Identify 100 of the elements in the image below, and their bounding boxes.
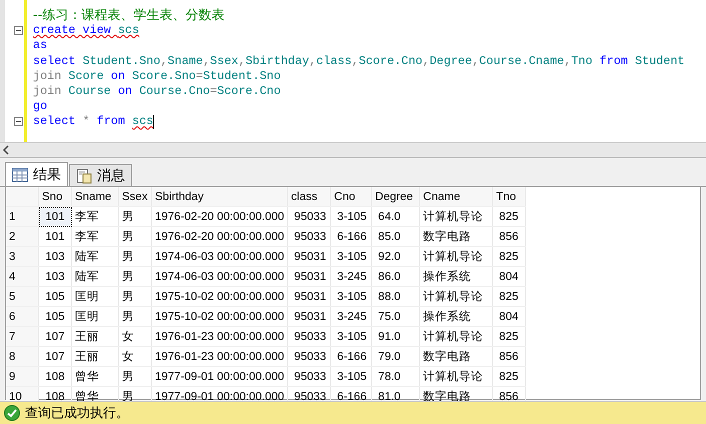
table-cell: 3-105 [330, 326, 372, 346]
table-cell: 105 [38, 286, 72, 306]
table-cell: 李军 [72, 226, 118, 246]
table-cell: 856 [492, 346, 526, 366]
table-cell: 95033 [288, 206, 331, 226]
check-icon [4, 405, 20, 421]
column-header[interactable]: Ssex [118, 187, 152, 206]
table-cell: 103 [38, 266, 72, 286]
table-cell: 78.0 [372, 366, 420, 386]
results-tab[interactable]: 结果 [5, 162, 68, 186]
table-cell: 计算机导论 [420, 286, 493, 306]
row-number: 1 [6, 206, 38, 226]
column-header[interactable]: Sname [72, 187, 118, 206]
table-cell: 陆军 [72, 246, 118, 266]
table-cell: 1974-06-03 00:00:00.000 [152, 246, 288, 266]
table-cell: 王丽 [72, 346, 118, 366]
table-cell: 匡明 [72, 286, 118, 306]
table-cell: 6-166 [330, 346, 372, 366]
column-header[interactable]: Degree [372, 187, 420, 206]
code-line: as [33, 38, 48, 54]
table-cell: 计算机导论 [420, 366, 493, 386]
table-cell: 107 [38, 346, 72, 366]
horizontal-scrollbar[interactable] [0, 143, 706, 158]
collapse-icon[interactable] [14, 26, 22, 36]
row-number: 6 [6, 306, 38, 326]
table-cell: 1976-01-23 00:00:00.000 [152, 346, 288, 366]
table-cell: 804 [492, 306, 526, 326]
row-number: 8 [6, 346, 38, 366]
row-number: 7 [6, 326, 38, 346]
column-header[interactable]: Tno [492, 187, 526, 206]
table-cell: 1977-09-01 00:00:00.000 [152, 366, 288, 386]
table-cell: 1976-02-20 00:00:00.000 [152, 226, 288, 246]
table-cell: 92.0 [372, 246, 420, 266]
grid-icon [12, 168, 28, 182]
table-cell: 女 [118, 326, 152, 346]
code-line: --练习：课程表、学生表、分数表 [33, 8, 224, 24]
table-cell: 95033 [288, 326, 331, 346]
table-cell: 男 [118, 266, 152, 286]
table-cell: 数字电路 [420, 226, 493, 246]
row-number: 4 [6, 266, 38, 286]
code-line: select Student.Sno,Sname,Ssex,Sbirthday,class,Score.Cno,Degree,Course.Cname,Tno from Student [33, 54, 684, 69]
table-cell: 男 [118, 206, 152, 226]
column-header[interactable]: Cname [420, 187, 493, 206]
table-cell: 108 [38, 366, 72, 386]
table-cell: 男 [118, 286, 152, 306]
table-cell: 95033 [288, 346, 331, 366]
status-message: 查询已成功执行。 [25, 405, 129, 422]
table-cell: 男 [118, 246, 152, 266]
table-cell: 陆军 [72, 266, 118, 286]
column-header[interactable]: Sno [38, 187, 72, 206]
column-header[interactable]: Sbirthday [152, 187, 288, 206]
table-cell: 103 [38, 246, 72, 266]
table-cell: 3-105 [330, 246, 372, 266]
table-cell: 95031 [288, 286, 331, 306]
table-cell: 825 [492, 286, 526, 306]
table-cell: 操作系统 [420, 266, 493, 286]
table-cell: 1975-10-02 00:00:00.000 [152, 306, 288, 326]
table-cell: 计算机导论 [420, 326, 493, 346]
row-number: 5 [6, 286, 38, 306]
table-cell: 79.0 [372, 346, 420, 366]
table-cell: 1974-06-03 00:00:00.000 [152, 266, 288, 286]
table-cell: 女 [118, 346, 152, 366]
table-cell: 105 [38, 306, 72, 326]
table-cell: 107 [38, 326, 72, 346]
table-cell: 计算机导论 [420, 206, 493, 226]
table-cell: 101 [38, 206, 72, 226]
code-line: go [33, 99, 48, 114]
table-cell: 1976-02-20 00:00:00.000 [152, 206, 288, 226]
table-cell: 李军 [72, 206, 118, 226]
results-tab[interactable]: 消息 [69, 164, 132, 186]
table-cell: 3-105 [330, 286, 372, 306]
table-cell: 825 [492, 206, 526, 226]
table-cell: 3-245 [330, 266, 372, 286]
table-cell: 数字电路 [420, 346, 493, 366]
table-cell: 匡明 [72, 306, 118, 326]
table-cell: 男 [118, 366, 152, 386]
table-cell: 825 [492, 366, 526, 386]
table-cell: 101 [38, 226, 72, 246]
table-cell: 曾华 [72, 366, 118, 386]
table-cell: 操作系统 [420, 306, 493, 326]
table-cell: 95031 [288, 246, 331, 266]
table-cell: 91.0 [372, 326, 420, 346]
table-cell: 64.0 [372, 206, 420, 226]
table-cell: 85.0 [372, 226, 420, 246]
table-cell: 95031 [288, 306, 331, 326]
document-icon [76, 168, 92, 184]
column-header[interactable]: class [288, 187, 331, 206]
table-cell: 804 [492, 266, 526, 286]
table-cell: 男 [118, 306, 152, 326]
collapse-icon[interactable] [14, 117, 22, 126]
table-cell: 95033 [288, 366, 331, 386]
table-cell: 856 [492, 226, 526, 246]
table-cell: 3-105 [330, 366, 372, 386]
table-cell: 75.0 [372, 306, 420, 326]
table-cell: 1976-01-23 00:00:00.000 [152, 326, 288, 346]
table-cell: 计算机导论 [420, 246, 493, 266]
column-header[interactable]: Cno [330, 187, 372, 206]
row-number: 3 [6, 246, 38, 266]
table-cell: 王丽 [72, 326, 118, 346]
table-cell: 3-245 [330, 306, 372, 326]
